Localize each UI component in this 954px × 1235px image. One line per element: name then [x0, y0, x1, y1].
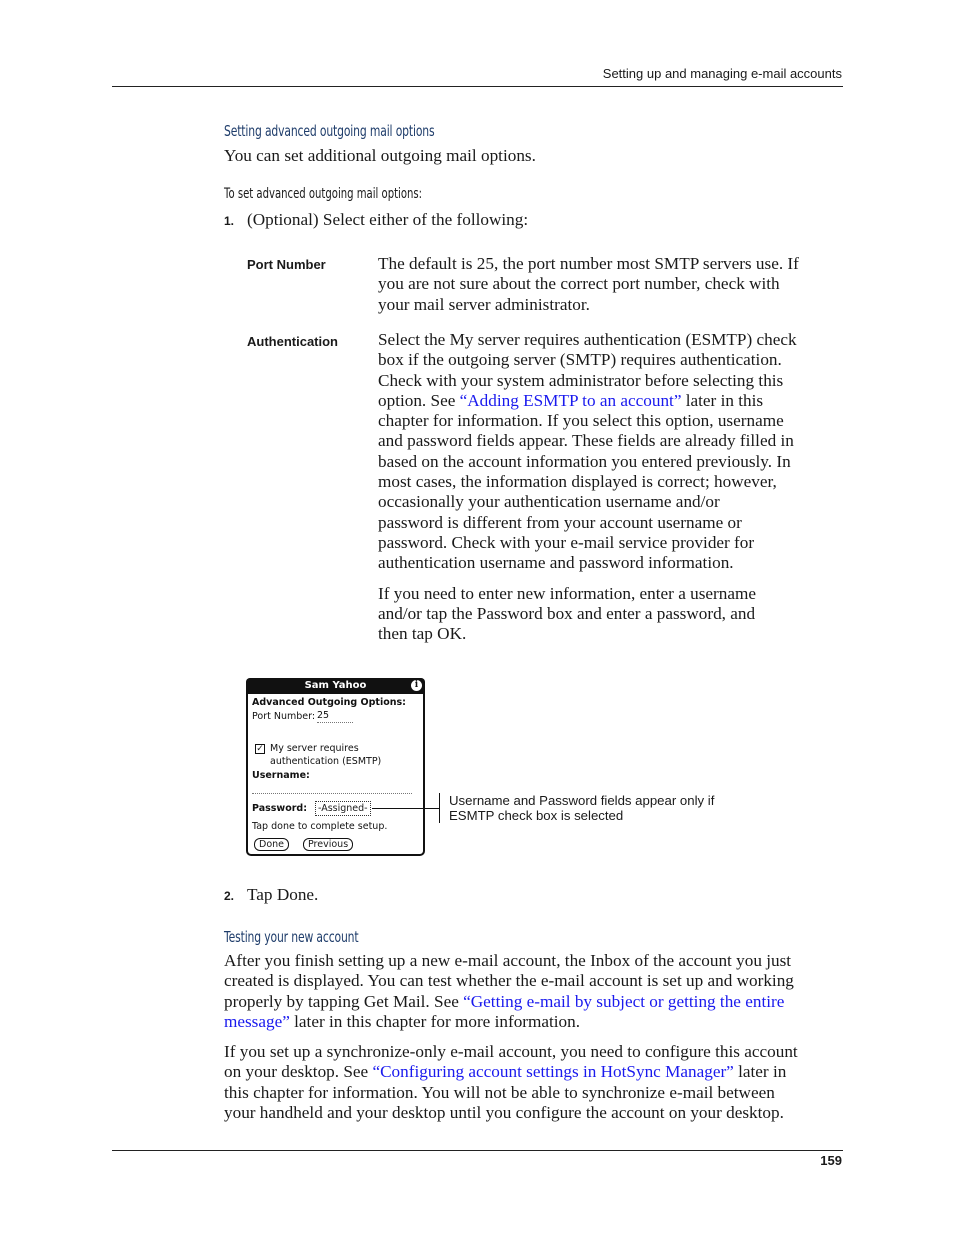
text: properly by tapping Get Mail. See	[224, 991, 464, 1011]
done-button[interactable]: Done	[254, 838, 289, 851]
text-line: your handheld and your desktop until you…	[224, 1102, 784, 1122]
text-line: password is different from your account …	[378, 512, 742, 532]
text-line: message” later in this chapter for more …	[224, 1012, 849, 1032]
device-title: Sam Yahoo	[304, 680, 367, 691]
text-line: on your desktop. See “Configuring accoun…	[224, 1062, 849, 1082]
esmtp-checkbox-label-line2: authentication (ESMTP)	[270, 756, 382, 767]
text-line: The default is 25, the port number most …	[378, 254, 799, 273]
text: later in	[733, 1062, 787, 1082]
text-line: box if the outgoing server (SMTP) requir…	[378, 350, 782, 370]
callout-text: Username and Password fields appear only…	[449, 793, 714, 823]
password-field[interactable]: -Assigned-	[315, 801, 371, 816]
text-line: this chapter for information. You will n…	[224, 1082, 775, 1102]
intro-paragraph: You can set additional outgoing mail opt…	[224, 146, 536, 165]
text-line: created is displayed. You can test wheth…	[224, 971, 794, 991]
running-head: Setting up and managing e-mail accounts	[602, 66, 842, 81]
text-line: chapter for information. If you select t…	[378, 411, 784, 431]
text-line: authentication username and password inf…	[378, 553, 734, 573]
device-title-bar: Sam Yahoo i	[246, 678, 425, 694]
text-line: and password fields appear. These fields…	[378, 431, 794, 451]
paragraph: If you set up a synchronize-only e-mail …	[224, 1042, 849, 1123]
section-heading: Setting advanced outgoing mail options	[224, 122, 435, 140]
text-line: you are not sure about the correct port …	[378, 274, 780, 294]
port-number-underline	[317, 722, 353, 723]
text-line: option. See “Adding ESMTP to an account”…	[378, 391, 843, 411]
form-heading: Advanced Outgoing Options:	[252, 697, 406, 708]
port-number-label: Port Number:	[252, 711, 316, 722]
device-screenshot: Sam Yahoo i Advanced Outgoing Options: P…	[246, 678, 425, 856]
password-label: Password:	[252, 803, 308, 814]
footer-rule	[112, 1150, 843, 1151]
paragraph: After you finish setting up a new e-mail…	[224, 951, 849, 1032]
text: option. See	[378, 390, 460, 410]
step-text: Tap Done.	[247, 885, 319, 904]
text-line: After you finish setting up a new e-mail…	[224, 951, 792, 970]
procedure-heading: To set advanced outgoing mail options:	[224, 186, 423, 202]
callout-line: Username and Password fields appear only…	[449, 793, 715, 808]
text-line: occasionally your authentication usernam…	[378, 492, 720, 512]
esmtp-checkbox-label-line1: My server requires	[270, 743, 359, 754]
text: later in this	[681, 390, 764, 410]
text-line: Check with your system administrator bef…	[378, 370, 784, 390]
option-desc-authentication: Select the My server requires authentica…	[378, 330, 843, 644]
text: later in this chapter for more informati…	[289, 1011, 581, 1031]
info-icon[interactable]: i	[411, 680, 422, 691]
username-field[interactable]	[252, 793, 412, 794]
text-line: based on the account information you ent…	[378, 451, 791, 471]
option-term-port-number: Port Number	[247, 257, 326, 272]
text-line: and/or tap the Password box and enter a …	[378, 603, 756, 623]
previous-button[interactable]: Previous	[303, 838, 354, 851]
setup-hint: Tap done to complete setup.	[252, 821, 388, 832]
option-term-authentication: Authentication	[247, 334, 338, 349]
page-number: 159	[820, 1153, 842, 1168]
text-line: If you set up a synchronize-only e-mail …	[224, 1042, 798, 1061]
callout-line: ESMTP check box is selected	[449, 808, 624, 823]
text-line: If you need to enter new information, en…	[378, 583, 756, 603]
link-getting-email-cont[interactable]: message”	[224, 1012, 290, 1031]
step-number: 2.	[224, 889, 235, 903]
text-line: your mail server administrator.	[378, 294, 590, 314]
text-line: most cases, the information displayed is…	[378, 472, 777, 492]
header-rule	[112, 86, 843, 87]
section-heading: Testing your new account	[224, 928, 359, 946]
text-line: Select the My server requires authentica…	[378, 330, 797, 349]
username-label: Username:	[252, 770, 310, 781]
text-line: properly by tapping Get Mail. See “Getti…	[224, 992, 849, 1012]
option-desc-port-number: The default is 25, the port number most …	[378, 254, 843, 315]
link-configuring-hotsync[interactable]: “Configuring account settings in HotSync…	[372, 1062, 733, 1081]
port-number-field[interactable]: 25	[317, 710, 329, 721]
callout-leader-line	[372, 808, 440, 809]
link-adding-esmtp[interactable]: “Adding ESMTP to an account”	[460, 391, 682, 410]
step-text: (Optional) Select either of the followin…	[247, 210, 529, 229]
step-number: 1.	[224, 214, 235, 228]
text-line: then tap OK.	[378, 624, 467, 644]
text-line: password. Check with your e-mail service…	[378, 532, 755, 552]
esmtp-checkbox[interactable]: ✓	[255, 744, 265, 754]
callout-tick	[439, 793, 440, 823]
text: on your desktop. See	[224, 1062, 373, 1082]
link-getting-email[interactable]: “Getting e-mail by subject or getting th…	[463, 992, 784, 1011]
